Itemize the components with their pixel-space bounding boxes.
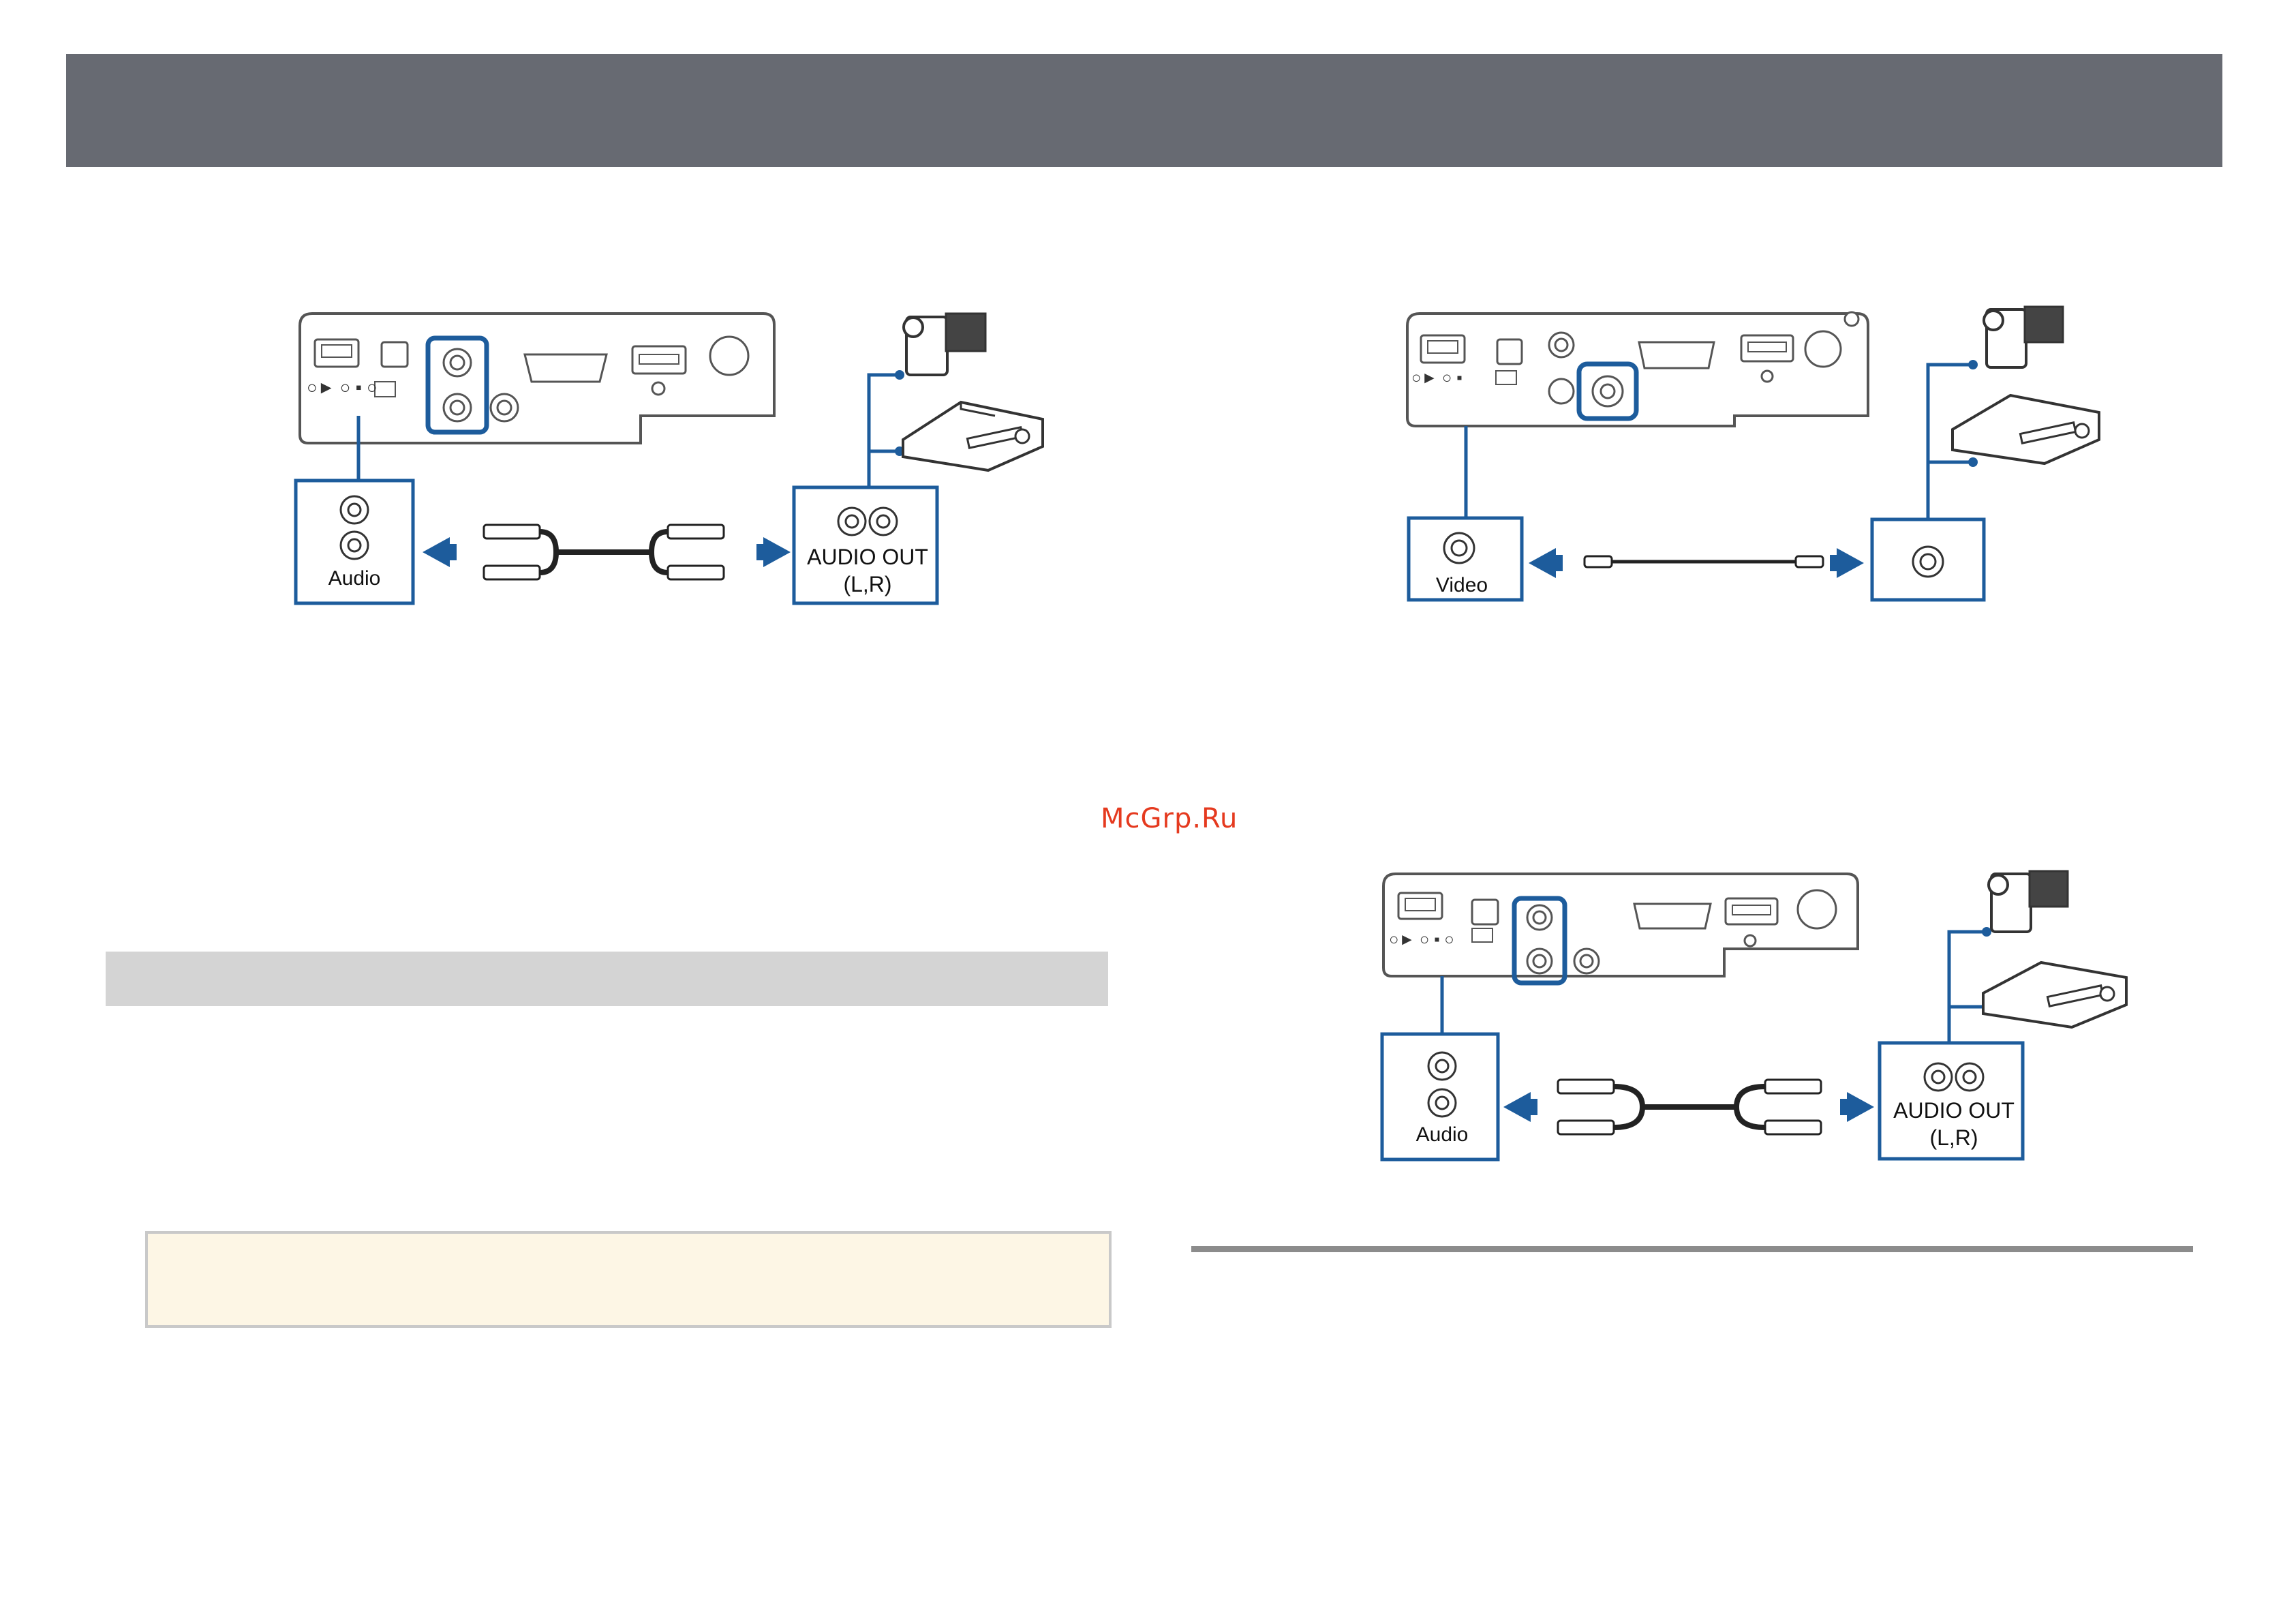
page-header-bar [66,54,2222,167]
svg-text:○► ○ ▪ ○: ○► ○ ▪ ○ [1389,930,1454,949]
audio-out-sublabel: (L,R) [1929,1125,1978,1150]
video-player-icon [1951,393,2100,466]
video-connection-figure: ○► ○ ▪ Video [1394,300,2137,613]
audio-out-label: AUDIO OUT [1893,1098,2015,1123]
audio-out-label: AUDIO OUT [807,545,928,569]
note-box [145,1231,1112,1328]
audio-port-label: Audio [328,567,381,590]
audio-out-sublabel: (L,R) [843,572,891,596]
audio-connection-figure-bottom: ○► ○ ▪ ○ Audio AUDIO OUT (L,R) [1370,860,2140,1174]
camcorder-icon [902,312,987,376]
camcorder-icon [1983,305,2064,369]
video-player-icon [902,400,1044,472]
audio-connection-figure-top: ○► ○ ▪ ○ Audio AUDIO OUT (L,R) [286,300,1056,613]
camcorder-icon [1987,870,2069,933]
video-port-label: Video [1436,574,1488,596]
svg-text:○► ○ ▪ ○: ○► ○ ▪ ○ [307,377,378,397]
audio-port-label: Audio [1416,1123,1469,1146]
watermark-text: McGrp.Ru [1101,803,1238,834]
svg-text:○► ○ ▪: ○► ○ ▪ [1411,369,1463,387]
section-divider [1191,1246,2193,1252]
section-heading-bar [106,952,1108,1006]
video-player-icon [1982,960,2128,1029]
